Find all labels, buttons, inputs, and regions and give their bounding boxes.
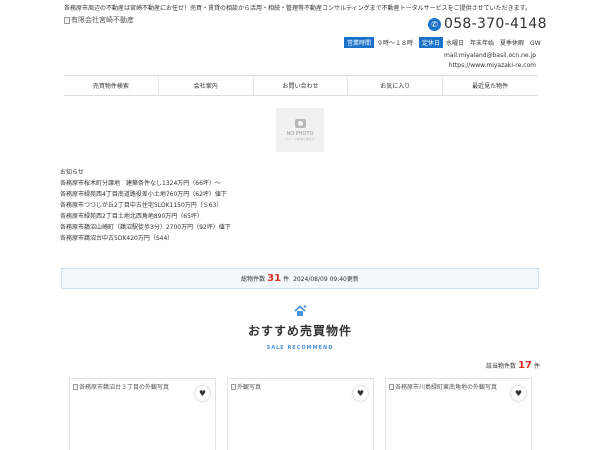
phone-number-text: 058-370-4148	[444, 16, 547, 32]
property-image-alt: 外観写真	[237, 384, 262, 391]
update-timestamp: 2024/08/09 09:40更新	[293, 276, 359, 283]
news-item[interactable]: 各務原市鵜沼山崎町（鵜沼駅徒歩3分）2700万円（92坪）値下	[60, 222, 231, 233]
property-card[interactable]: 外観写真 ♥	[227, 378, 374, 450]
no-photo-placeholder: NO PHOTO イメージがありません	[276, 108, 324, 152]
news-item[interactable]: 各務原市緑苑西2丁目土地北西角地890万円（65坪）	[60, 211, 231, 222]
total-count-value: 31	[267, 273, 282, 284]
nav-favorites[interactable]: お気に入り	[348, 76, 444, 95]
news-section: お知らせ 各務原市桜木町分譲地 建築条件なし1324万円（66坪）～ 各務原市緑…	[60, 167, 231, 244]
main-nav: 売買物件検索 会社案内 お問い合わせ お気に入り 最近見た物件	[64, 75, 537, 96]
camera-icon	[294, 119, 306, 128]
total-count-bar: 総物件数 31 件 2024/08/09 09:40更新	[61, 268, 539, 289]
broken-image-icon	[389, 383, 394, 390]
nav-property-search[interactable]: 売買物件検索	[64, 76, 159, 95]
recommend-title: おすすめ売買物件	[247, 324, 352, 338]
contact-mail[interactable]: mail:miyaland@basil.ocn.ne.jp	[444, 52, 536, 59]
broken-image-icon	[231, 383, 236, 390]
favorite-heart-icon[interactable]: ♥	[511, 386, 526, 401]
phone-icon: ✆	[428, 17, 441, 31]
total-count-label: 総物件数	[241, 276, 266, 283]
broken-image-icon	[64, 16, 70, 24]
property-image-alt: 各務原市鵜沼台３丁目の外観写真	[79, 384, 170, 391]
hours-tag: 営業時間	[344, 37, 375, 48]
property-image[interactable]: 外観写真	[231, 382, 261, 391]
hits-value: 17	[518, 360, 532, 371]
news-item[interactable]: 各務原市緑苑西4丁目南道路役差小土地760万円（62坪）値下	[60, 189, 231, 200]
broken-image-icon	[73, 383, 78, 390]
no-photo-subtitle: イメージがありません	[285, 137, 315, 141]
property-image-alt: 各務原市川島緑町東南角地の外観写真	[395, 384, 498, 391]
recommend-subtitle: SALE RECOMMEND	[266, 345, 334, 351]
property-image[interactable]: 各務原市川島緑町東南角地の外観写真	[389, 382, 497, 391]
nav-contact[interactable]: お問い合わせ	[254, 76, 349, 95]
hours-value: ９時～１８時	[377, 40, 414, 47]
news-item[interactable]: 各務原市つつじが丘2丁目中古住宅5LDK1150万円（Ｓ63）	[60, 200, 231, 211]
nav-company-info[interactable]: 会社案内	[159, 76, 254, 95]
site-tagline: 各務原市周辺の不動産は宮崎不動産にお任せ！売買・賃貸の相談から活用・相続・管理等…	[64, 5, 532, 12]
property-image[interactable]: 各務原市鵜沼台３丁目の外観写真	[73, 382, 169, 391]
news-title: お知らせ	[60, 169, 84, 176]
property-card[interactable]: 各務原市川島緑町東南角地の外観写真 ♥	[385, 378, 532, 450]
hits-unit: 件	[533, 363, 540, 370]
favorite-heart-icon[interactable]: ♥	[195, 386, 210, 401]
news-item[interactable]: 各務原市桜木町分譲地 建築条件なし1324万円（66坪）～	[60, 178, 231, 189]
company-logo[interactable]: 有限会社宮崎不動産	[64, 15, 134, 25]
phone-number[interactable]: ✆ 058-370-4148	[428, 16, 547, 32]
favorite-heart-icon[interactable]: ♥	[353, 386, 368, 401]
hits-count: 該当物件数 17 件	[486, 360, 540, 371]
nav-recently-viewed[interactable]: 最近見た物件	[443, 76, 537, 95]
closed-tag: 定休日	[419, 37, 444, 48]
closed-value: 水曜日 年末年始 夏季休暇 GW	[446, 40, 541, 47]
site-url[interactable]: https://www.miyazaki-re.com	[449, 62, 536, 69]
property-card[interactable]: 各務原市鵜沼台３丁目の外観写真 ♥	[69, 378, 216, 450]
news-item[interactable]: 各務原市鵜沼台中古5DK420万円（S44）	[60, 233, 231, 244]
total-count-unit: 件	[283, 276, 290, 283]
logo-alt-text: 有限会社宮崎不動産	[71, 16, 134, 24]
house-icon	[294, 305, 307, 316]
business-hours: 営業時間 ９時～１８時 定休日 水曜日 年末年始 夏季休暇 GW	[344, 37, 547, 48]
hits-label: 該当物件数	[486, 363, 517, 370]
